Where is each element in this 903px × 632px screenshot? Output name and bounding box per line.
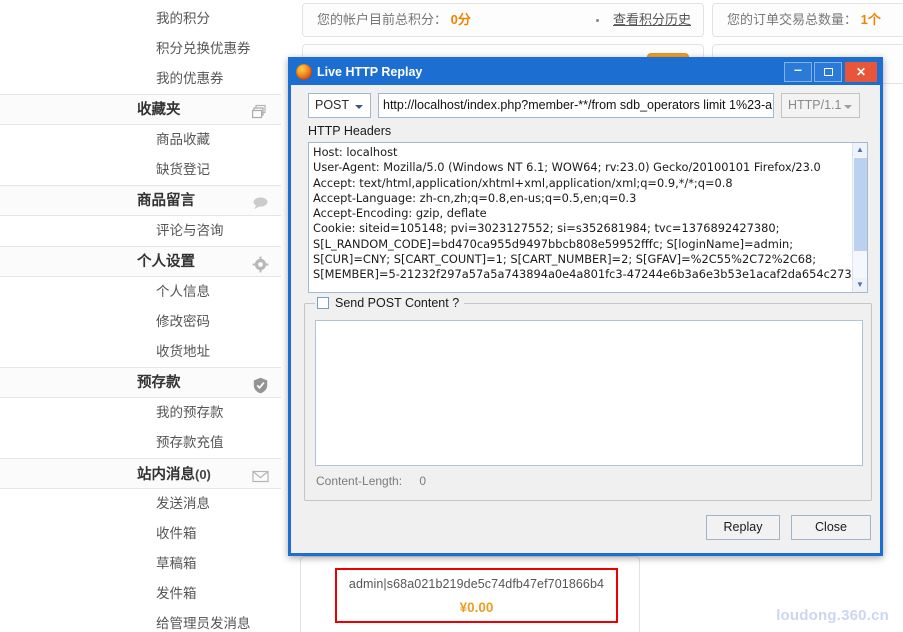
content-length-row: Content-Length: 0: [316, 474, 426, 488]
replay-button[interactable]: Replay: [706, 515, 780, 540]
sidebar-group-header[interactable]: 站内消息(0): [0, 458, 281, 489]
orders-info-bar: 您的订单交易总数量： 1个: [712, 3, 903, 37]
maximize-icon: [824, 68, 833, 76]
sidebar-item[interactable]: 修改密码: [0, 307, 281, 337]
sidebar-item[interactable]: 收件箱: [0, 519, 281, 549]
sidebar-item[interactable]: 我的优惠券: [0, 64, 281, 94]
close-icon: ✕: [855, 65, 867, 79]
dialog-title-bar[interactable]: Live HTTP Replay – ✕: [291, 60, 880, 85]
points-label: 您的帐户目前总积分：: [317, 12, 448, 27]
url-value: http://localhost/index.php?member-**/fro…: [383, 98, 773, 112]
amount-text: ¥0.00: [459, 600, 494, 615]
send-post-content-label: Send POST Content ?: [335, 296, 460, 310]
gear-icon: [252, 254, 269, 273]
close-dialog-button[interactable]: Close: [791, 515, 871, 540]
sidebar-group-header[interactable]: 收藏夹: [0, 94, 281, 125]
sidebar-item[interactable]: 我的预存款: [0, 398, 281, 428]
sidebar-group: 预存款我的预存款 预存款充值: [0, 367, 281, 458]
sidebar-group-count: (0): [195, 467, 211, 482]
orders-label: 您的订单交易总数量：: [727, 12, 858, 27]
url-input[interactable]: http://localhost/index.php?member-**/fro…: [378, 93, 774, 118]
scroll-up-icon[interactable]: ▲: [853, 143, 867, 157]
screen: 我的订单我的积分积分兑换优惠券我的优惠券收藏夹商品收藏缺货登记商品留言评论与咨询…: [0, 0, 903, 632]
sidebar-item[interactable]: 发件箱: [0, 579, 281, 609]
sidebar-group-label: 站内消息: [137, 467, 195, 483]
sidebar-item[interactable]: 草稿箱: [0, 549, 281, 579]
orders-value: 1个: [860, 12, 881, 27]
http-headers-textarea[interactable]: Host: localhost User-Agent: Mozilla/5.0 …: [308, 142, 868, 293]
member-sidebar: 我的订单我的积分积分兑换优惠券我的优惠券收藏夹商品收藏缺货登记商品留言评论与咨询…: [0, 0, 281, 632]
content-length-value: 0: [419, 474, 427, 488]
sidebar-item[interactable]: 商品收藏: [0, 125, 281, 155]
minimize-button[interactable]: –: [784, 62, 812, 82]
post-content-group: Send POST Content ? Content-Length: 0: [304, 295, 872, 501]
sidebar-group-label: 个人设置: [137, 254, 195, 270]
http-headers-label: HTTP Headers: [308, 124, 392, 138]
sidebar-group-header[interactable]: 预存款: [0, 367, 281, 398]
sidebar-group-header[interactable]: 商品留言: [0, 185, 281, 216]
firefox-icon: [296, 64, 312, 80]
request-row: POST http://localhost/index.php?member-*…: [308, 93, 868, 118]
sidebar-group-header[interactable]: 个人设置: [0, 246, 281, 277]
sidebar-group-label: 收藏夹: [137, 102, 181, 118]
points-history-link[interactable]: 查看积分历史: [613, 4, 691, 36]
site-watermark: loudong.360.cn: [776, 607, 889, 624]
envelope-icon: [252, 466, 269, 483]
sidebar-group-label: 预存款: [137, 375, 181, 391]
minimize-icon: –: [794, 61, 802, 77]
comment-bubble-icon: [252, 193, 269, 210]
sidebar-group: 我的订单我的积分积分兑换优惠券我的优惠券: [0, 0, 281, 94]
sidebar-item[interactable]: 积分兑换优惠券: [0, 34, 281, 64]
http-version-value: HTTP/1.1: [788, 98, 842, 112]
sidebar-group: 站内消息(0) 发送消息 收件箱 草稿箱 发件箱 给管理员发消息: [0, 458, 281, 632]
sidebar-item[interactable]: 个人信息: [0, 277, 281, 307]
sidebar-item[interactable]: 预存款充值: [0, 428, 281, 458]
maximize-button[interactable]: [814, 62, 842, 82]
send-post-content-checkbox[interactable]: [317, 297, 329, 309]
chevron-down-icon: [355, 105, 363, 109]
live-http-replay-dialog[interactable]: Live HTTP Replay – ✕ POST http://localho…: [288, 57, 883, 556]
chevron-down-icon: [844, 105, 852, 109]
sidebar-group: 商品留言评论与咨询: [0, 185, 281, 246]
content-length-label: Content-Length:: [316, 474, 403, 488]
points-info-bar: 您的帐户目前总积分： 0分 查看积分历史: [302, 3, 704, 37]
close-window-button[interactable]: ✕: [845, 62, 877, 82]
sidebar-group: 个人设置个人信息 修改密码 收货地址: [0, 246, 281, 367]
admin-hash-text: admin|s68a021b219de5c74dfb47ef701866b4: [348, 577, 605, 591]
sidebar-item[interactable]: 发送消息: [0, 489, 281, 519]
http-headers-text: Host: localhost User-Agent: Mozilla/5.0 …: [313, 145, 868, 282]
sidebar-item[interactable]: 收货地址: [0, 337, 281, 367]
sidebar-item[interactable]: 给管理员发消息: [0, 609, 281, 632]
method-value: POST: [315, 98, 350, 112]
dialog-title: Live HTTP Replay: [317, 65, 423, 79]
scrollbar-thumb[interactable]: [854, 158, 867, 251]
shield-check-icon: [252, 375, 269, 394]
method-select[interactable]: POST: [308, 93, 371, 118]
post-content-legend: Send POST Content ?: [315, 295, 465, 312]
sidebar-group-label: 商品留言: [137, 193, 195, 209]
leaked-hash-highlight: admin|s68a021b219de5c74dfb47ef701866b4 ¥…: [335, 568, 618, 623]
scroll-down-icon[interactable]: ▼: [853, 278, 867, 292]
post-content-textarea[interactable]: [315, 320, 863, 466]
sidebar-group: 收藏夹商品收藏 缺货登记: [0, 94, 281, 185]
cards-icon: [252, 102, 269, 119]
sidebar-item[interactable]: 我的积分: [0, 4, 281, 34]
headers-scrollbar[interactable]: ▲ ▼: [852, 143, 867, 292]
sidebar-item[interactable]: 缺货登记: [0, 155, 281, 185]
http-version-select[interactable]: HTTP/1.1: [781, 93, 860, 118]
points-value: 0分: [450, 12, 471, 27]
sidebar-item[interactable]: 评论与咨询: [0, 216, 281, 246]
bullet-marker: [596, 19, 599, 22]
